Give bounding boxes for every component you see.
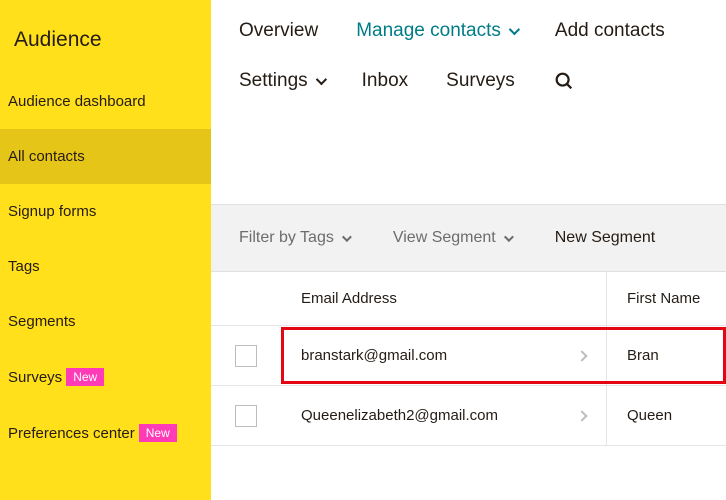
top-nav: Overview Manage contacts Add contacts Sett… — [211, 0, 726, 92]
nav-add-contacts[interactable]: Add contacts — [555, 20, 665, 42]
new-badge: New — [139, 424, 177, 442]
cell-first-name: Bran — [627, 347, 659, 364]
sidebar-item-label: Preferences center — [8, 425, 135, 442]
chevron-right-icon — [576, 350, 587, 361]
sidebar-item-segments[interactable]: Segments — [0, 294, 211, 349]
sidebar-item-surveys[interactable]: SurveysNew — [0, 349, 211, 405]
main-content: Overview Manage contacts Add contacts Sett… — [211, 0, 726, 500]
filter-by-tags-dropdown[interactable]: Filter by Tags — [239, 229, 349, 247]
sidebar: Audience Audience dashboard All contacts S… — [0, 0, 211, 500]
sidebar-item-audience-dashboard[interactable]: Audience dashboard — [0, 74, 211, 129]
nav-manage-contacts[interactable]: Manage contacts — [356, 20, 517, 42]
contacts-table: Email Address First Name branstark@gmail… — [211, 272, 726, 446]
view-segment-dropdown[interactable]: View Segment — [393, 229, 511, 247]
chevron-right-icon — [576, 410, 587, 421]
nav-surveys[interactable]: Surveys — [446, 70, 515, 92]
new-badge: New — [66, 368, 104, 386]
sidebar-item-label: Segments — [8, 313, 76, 330]
sidebar-item-tags[interactable]: Tags — [0, 239, 211, 294]
nav-item-label: Surveys — [446, 70, 515, 92]
sidebar-item-preferences-center[interactable]: Preferences centerNew — [0, 405, 211, 461]
nav-item-label: Settings — [239, 70, 308, 92]
sidebar-item-label: All contacts — [8, 148, 85, 165]
sidebar-item-signup-forms[interactable]: Signup forms — [0, 184, 211, 239]
search-icon[interactable] — [553, 70, 575, 92]
view-segment-label: View Segment — [393, 229, 496, 247]
sidebar-item-label: Tags — [8, 258, 40, 275]
sidebar-item-all-contacts[interactable]: All contacts — [0, 129, 211, 184]
column-header-first-name[interactable]: First Name — [606, 272, 726, 325]
nav-item-label: Add contacts — [555, 20, 665, 42]
nav-item-label: Inbox — [362, 70, 408, 92]
chevron-down-icon — [504, 232, 514, 242]
column-header-email[interactable]: Email Address — [281, 290, 606, 307]
row-checkbox[interactable] — [235, 405, 257, 427]
nav-item-label: Overview — [239, 20, 318, 42]
cell-first-name: Queen — [627, 407, 672, 424]
new-segment-button[interactable]: New Segment — [555, 229, 656, 247]
nav-settings[interactable]: Settings — [239, 70, 324, 92]
new-segment-label: New Segment — [555, 229, 656, 247]
chevron-down-icon — [315, 74, 326, 85]
sidebar-item-label: Surveys — [8, 369, 62, 386]
table-row[interactable]: branstark@gmail.com Bran — [211, 326, 726, 386]
table-toolbar: Filter by Tags View Segment New Segment — [211, 204, 726, 272]
nav-overview[interactable]: Overview — [239, 20, 318, 42]
chevron-down-icon — [342, 232, 352, 242]
sidebar-item-label: Audience dashboard — [8, 93, 146, 110]
cell-email: Queenelizabeth2@gmail.com — [301, 407, 498, 424]
sidebar-title: Audience — [0, 0, 211, 74]
table-header-row: Email Address First Name — [211, 272, 726, 326]
sidebar-item-label: Signup forms — [8, 203, 96, 220]
cell-email: branstark@gmail.com — [301, 347, 447, 364]
chevron-down-icon — [509, 24, 520, 35]
row-checkbox[interactable] — [235, 345, 257, 367]
table-row[interactable]: Queenelizabeth2@gmail.com Queen — [211, 386, 726, 446]
nav-inbox[interactable]: Inbox — [362, 70, 408, 92]
filter-by-tags-label: Filter by Tags — [239, 229, 334, 247]
nav-item-label: Manage contacts — [356, 20, 501, 42]
